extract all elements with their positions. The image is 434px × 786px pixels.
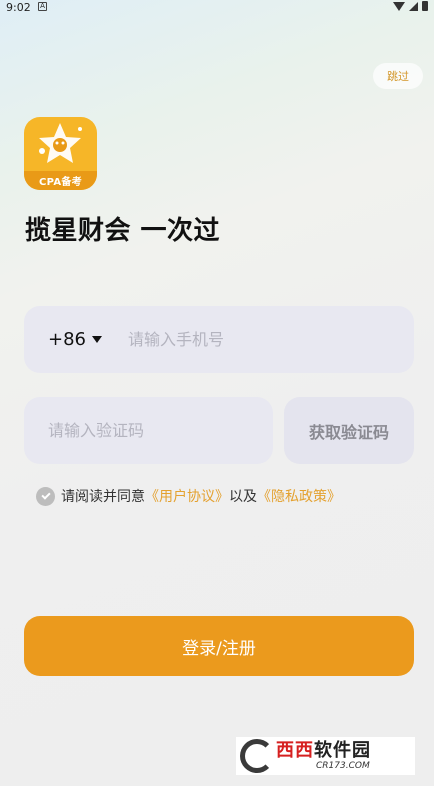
notification-icon: A [38, 2, 47, 11]
watermark-subtitle: CR173.COM [316, 760, 370, 771]
app-logo: CPA备考 [24, 117, 97, 190]
country-code-selector[interactable]: +86 [48, 329, 102, 350]
battery-icon [422, 1, 428, 11]
agreement-and: 以及 [229, 489, 257, 505]
check-icon [40, 489, 51, 500]
user-agreement-link[interactable]: 《用户协议》 [145, 486, 229, 506]
phone-field: +86 [24, 306, 414, 373]
agreement-prefix: 请阅读并同意 [61, 489, 145, 505]
wifi-icon [393, 1, 405, 11]
watermark-c-icon [240, 739, 274, 773]
status-bar: 9:02 A [0, 0, 434, 14]
logo-band-text: CPA备考 [24, 171, 97, 190]
status-icons [393, 1, 428, 11]
get-code-button[interactable]: 获取验证码 [284, 397, 414, 464]
login-register-button[interactable]: 登录/注册 [24, 616, 414, 676]
watermark-title-dark: 软件园 [314, 739, 371, 761]
verification-code-field [24, 397, 273, 464]
watermark-title-red: 西西 [276, 739, 314, 761]
agreement-checkbox[interactable] [36, 486, 55, 506]
watermark-text: 西西软件园 CR173.COM [276, 739, 371, 772]
star-mascot-icon [39, 123, 82, 163]
country-code-label: +86 [48, 329, 86, 350]
skip-button[interactable]: 跳过 [373, 63, 423, 89]
agreement-row: 请阅读并同意 《用户协议》 以及 《隐私政策》 [36, 486, 341, 506]
signal-icon [409, 1, 418, 11]
watermark: 西西软件园 CR173.COM [236, 737, 415, 775]
caret-down-icon [92, 336, 102, 343]
privacy-policy-link[interactable]: 《隐私政策》 [257, 486, 341, 506]
status-time: 9:02 [6, 1, 31, 14]
phone-input[interactable] [128, 330, 388, 349]
page-title: 揽星财会 一次过 [25, 216, 221, 246]
verification-code-input[interactable] [48, 421, 258, 440]
